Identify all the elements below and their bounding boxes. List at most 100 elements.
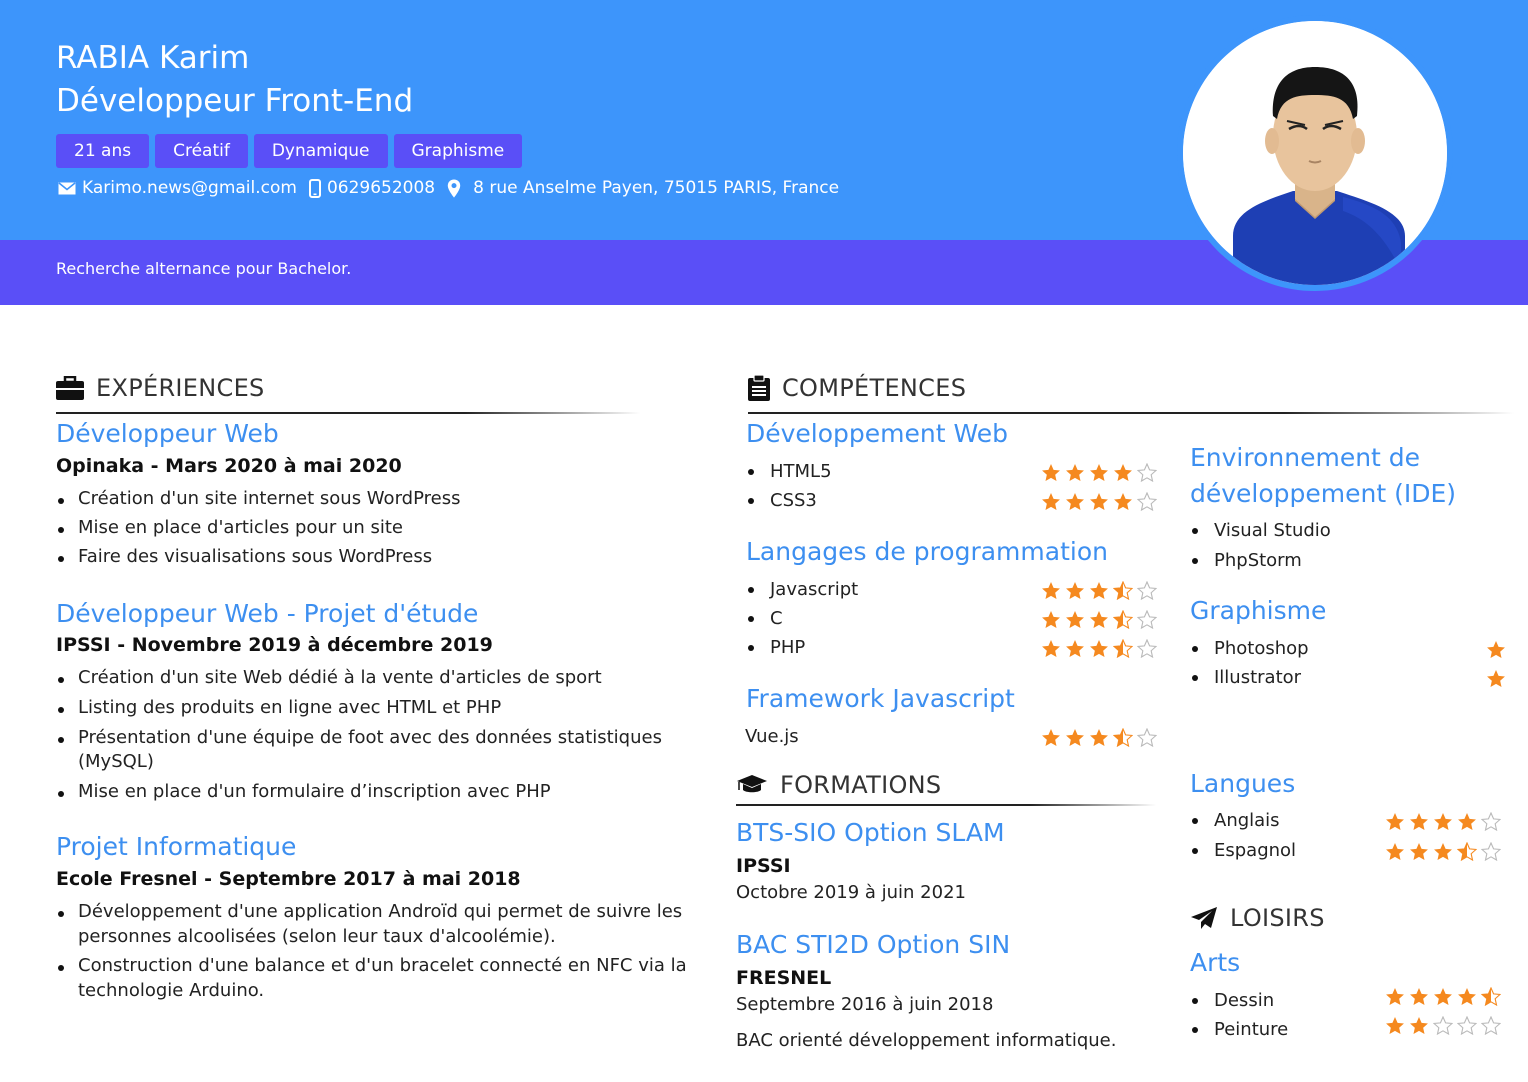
star-full-icon xyxy=(1042,492,1060,511)
star-full-icon xyxy=(1042,639,1060,658)
skill-name: C xyxy=(770,608,783,629)
star-full-icon xyxy=(1410,1016,1428,1035)
experience-subtitle: Opinaka - Mars 2020 à mai 2020 xyxy=(56,455,402,477)
map-pin-icon xyxy=(447,179,461,197)
star-full-icon xyxy=(1090,610,1108,629)
star-full-icon xyxy=(1386,812,1404,831)
paper-plane-icon xyxy=(1191,907,1217,929)
list-item: Création d'un site Web dédié à la vente … xyxy=(56,667,662,697)
skill-name: Espagnol xyxy=(1214,840,1297,861)
star-empty-icon xyxy=(1137,728,1157,747)
address-text: 8 rue Anselme Payen, 75015 PARIS, France xyxy=(473,178,840,198)
star-full-icon xyxy=(1042,728,1060,747)
list-item-continuation: personnes alcoolisées (selon leur taux d… xyxy=(78,926,556,947)
list-item-continuation: (MySQL) xyxy=(78,751,154,772)
skill-category-title: Framework Javascript xyxy=(746,684,1015,713)
star-rating xyxy=(1486,640,1506,659)
phone-icon xyxy=(308,178,321,198)
star-full-icon xyxy=(1066,639,1084,658)
list-item: Faire des visualisations sous WordPress xyxy=(56,546,460,575)
formation-dates: Septembre 2016 à juin 2018 xyxy=(736,994,994,1015)
star-empty-icon xyxy=(1481,842,1501,861)
star-rating xyxy=(1041,463,1157,482)
star-full-icon xyxy=(1434,987,1452,1006)
skill-name: HTML5 xyxy=(770,461,832,482)
tag-dynamique: Dynamique xyxy=(253,134,388,168)
experience-title: Développeur Web xyxy=(56,419,279,448)
star-empty-icon xyxy=(1137,581,1157,600)
skill-name: PhpStorm xyxy=(1214,550,1302,571)
star-full-icon xyxy=(1090,463,1108,482)
skill-name: PHP xyxy=(770,637,806,658)
star-full-icon xyxy=(1114,492,1132,511)
contact-email[interactable]: Karimo.news@gmail.com xyxy=(58,178,297,198)
star-empty-icon xyxy=(1457,1016,1477,1035)
star-full-icon xyxy=(1114,463,1132,482)
hobby-item: Dessin xyxy=(1190,990,1274,1011)
star-rating xyxy=(1041,581,1157,600)
star-rating xyxy=(1041,610,1157,629)
contact-phone[interactable]: 0629652008 xyxy=(308,178,436,198)
skill-name: Photoshop xyxy=(1214,638,1309,659)
candidate-title: Développeur Front-End xyxy=(56,83,414,119)
star-rating xyxy=(1385,1016,1501,1035)
contact-address: 8 rue Anselme Payen, 75015 PARIS, France xyxy=(447,178,839,198)
star-empty-icon xyxy=(1137,492,1157,511)
star-half-icon xyxy=(1113,581,1133,600)
formation-school: FRESNEL xyxy=(736,967,832,989)
star-full-icon xyxy=(1434,812,1452,831)
skill-item: Photoshop xyxy=(1190,638,1309,659)
star-empty-icon xyxy=(1137,610,1157,629)
star-full-icon xyxy=(1458,987,1476,1006)
skill-item: HTML5 xyxy=(746,461,832,482)
avatar xyxy=(1177,15,1453,291)
star-full-icon xyxy=(1434,842,1452,861)
phone-text: 0629652008 xyxy=(326,178,436,198)
formations-divider xyxy=(736,804,1156,806)
experiences-heading-label: EXPÉRIENCES xyxy=(96,374,265,402)
skill-category-title: Langages de programmation xyxy=(746,537,1108,566)
star-empty-icon xyxy=(1137,463,1157,482)
star-empty-icon xyxy=(1481,1016,1501,1035)
skill-name: Javascript xyxy=(770,579,859,600)
star-full-icon xyxy=(1090,728,1108,747)
envelope-icon xyxy=(58,181,76,194)
skill-name: Anglais xyxy=(1214,810,1280,831)
briefcase-icon xyxy=(56,376,84,400)
star-full-icon xyxy=(1090,581,1108,600)
star-full-icon xyxy=(1042,463,1060,482)
skill-category-title: Langues xyxy=(1190,769,1296,798)
tag-list: 21 ans Créatif Dynamique Graphisme xyxy=(56,134,523,168)
star-full-icon xyxy=(1487,640,1505,659)
competences-heading-label: COMPÉTENCES xyxy=(782,374,967,402)
list-item: Présentation d'une équipe de foot avec d… xyxy=(56,727,662,751)
competences-divider xyxy=(748,412,1514,414)
star-full-icon xyxy=(1042,581,1060,600)
experience-subtitle: IPSSI - Novembre 2019 à décembre 2019 xyxy=(56,634,493,656)
list-item-continuation: technologie Arduino. xyxy=(78,980,265,1001)
star-full-icon xyxy=(1090,639,1108,658)
skill-item: Anglais xyxy=(1190,810,1280,831)
formation-title: BTS-SIO Option SLAM xyxy=(736,818,1005,847)
experience-bullets: Création d'un site internet sous WordPre… xyxy=(56,488,460,575)
skill-item: Visual Studio xyxy=(1190,520,1331,541)
skill-item: Illustrator xyxy=(1190,667,1301,688)
formation-school: IPSSI xyxy=(736,855,791,877)
formation-note: BAC orienté développement informatique. xyxy=(736,1030,1117,1051)
list-item: Mise en place d'articles pour un site xyxy=(56,517,460,546)
skill-category-title: Environnement de xyxy=(1190,443,1421,472)
star-full-icon xyxy=(1458,812,1476,831)
skill-name: Visual Studio xyxy=(1214,520,1331,541)
star-full-icon xyxy=(1386,842,1404,861)
star-half-icon xyxy=(1481,987,1501,1006)
skill-item: Espagnol xyxy=(1190,840,1296,861)
star-half-icon xyxy=(1113,610,1133,629)
experiences-heading: EXPÉRIENCES xyxy=(56,374,265,402)
star-full-icon xyxy=(1090,492,1108,511)
skill-category-title: Développement Web xyxy=(746,419,1008,448)
formations-heading-label: FORMATIONS xyxy=(780,771,942,799)
star-rating xyxy=(1385,842,1501,861)
pitch-text: Recherche alternance pour Bachelor. xyxy=(56,259,352,278)
star-full-icon xyxy=(1386,987,1404,1006)
star-full-icon xyxy=(1386,1016,1404,1035)
